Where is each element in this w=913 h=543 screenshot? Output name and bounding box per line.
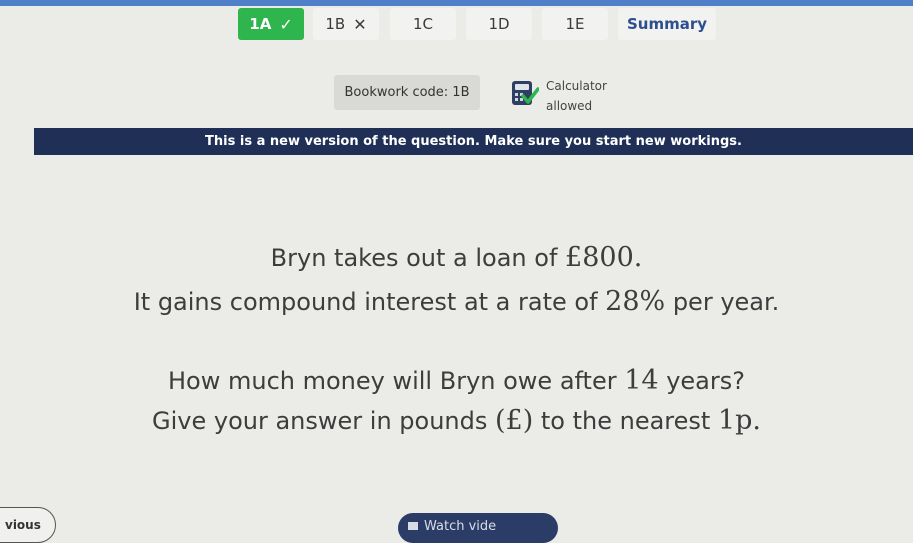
tab-label: 1A (249, 15, 272, 33)
question-line-4: Give your answer in pounds (£) to the ne… (0, 405, 913, 436)
tab-label: Summary (626, 15, 708, 33)
watch-label: Watch vide (424, 519, 497, 534)
years-value: 14 (624, 365, 659, 396)
tab-label: 1E (565, 15, 585, 33)
tab-summary[interactable]: Summary (618, 8, 716, 40)
precision-value: 1p. (717, 405, 761, 436)
bookwork-code: Bookwork code: 1B (334, 75, 480, 110)
question-tabs: 1A ✓ 1B ✕ 1C 1D 1E Summary (0, 8, 913, 40)
interest-rate: 28% (605, 286, 666, 317)
tab-label: 1B (325, 15, 346, 33)
question-text: It gains compound interest at a rate of (133, 288, 606, 316)
calculator-line2: allowed (546, 99, 593, 113)
tab-1e[interactable]: 1E (542, 8, 608, 40)
banner-text: This is a new version of the question. M… (205, 134, 742, 149)
question-text: Bryn takes out a loan of (270, 244, 566, 272)
top-progress-strip (0, 0, 913, 6)
currency-symbol: (£) (494, 405, 534, 436)
check-icon: ✓ (279, 14, 293, 34)
new-version-banner: This is a new version of the question. M… (34, 128, 913, 155)
tab-1d[interactable]: 1D (466, 8, 532, 40)
question-line-1: Bryn takes out a loan of £800. (0, 242, 913, 273)
video-icon (408, 522, 418, 530)
question-text: Give your answer in pounds (152, 407, 495, 435)
question-text: to the nearest (533, 407, 718, 435)
tab-1b[interactable]: 1B ✕ (313, 8, 379, 40)
question-text: How much money will Bryn owe after (167, 367, 625, 395)
calculator-line1: Calculator (546, 79, 607, 93)
calculator-status: Calculator allowed (546, 76, 607, 116)
question-text: per year. (665, 288, 780, 316)
previous-button[interactable]: vious (0, 507, 56, 543)
watch-video-button[interactable]: Watch vide (398, 513, 558, 543)
bookwork-label: Bookwork code: 1B (344, 85, 470, 100)
tab-label: 1D (488, 15, 510, 33)
cross-icon: ✕ (353, 14, 367, 34)
tab-label: 1C (412, 15, 434, 33)
calculator-icon (512, 81, 539, 105)
question-line-2: It gains compound interest at a rate of … (0, 286, 913, 317)
question-text: years? (658, 367, 745, 395)
tab-1a[interactable]: 1A ✓ (238, 8, 304, 40)
tab-1c[interactable]: 1C (390, 8, 456, 40)
question-line-3: How much money will Bryn owe after 14 ye… (0, 365, 913, 396)
previous-label: vious (5, 518, 41, 532)
loan-amount: £800. (565, 242, 643, 273)
